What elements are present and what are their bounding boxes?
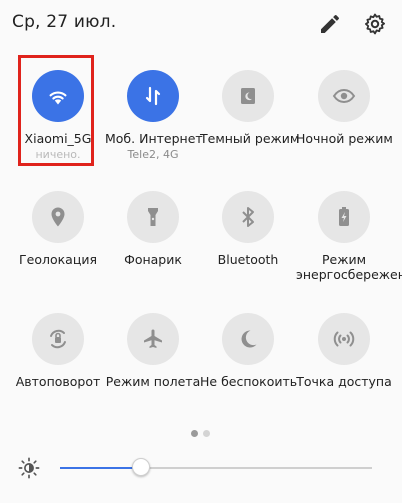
page-dot-active	[191, 430, 198, 437]
tile-label: Bluetooth	[217, 252, 279, 267]
tile-status: ничено.	[35, 148, 81, 161]
tile-night-mode[interactable]: Ночной режим	[296, 70, 393, 146]
tile-wifi[interactable]: Xiaomi_5G ничено.	[10, 70, 106, 161]
battery-saver-icon[interactable]	[318, 191, 370, 243]
airplane-icon[interactable]	[127, 313, 179, 365]
tile-auto-rotate[interactable]: Автоповорот	[10, 313, 106, 389]
tile-label: Не беспокоить	[200, 374, 298, 389]
brightness-slider-thumb[interactable]	[132, 458, 151, 476]
tile-battery-saver[interactable]: Режим энергосбережения	[296, 191, 402, 282]
moon-icon[interactable]	[222, 313, 274, 365]
tile-label: Режим полета	[105, 374, 201, 389]
tile-mobile-data[interactable]: Моб. Интернет Tele2, 4G	[105, 70, 203, 161]
auto-rotate-icon[interactable]	[32, 313, 84, 365]
quick-settings-header: Ср, 27 июл.	[0, 0, 402, 50]
wifi-icon[interactable]	[32, 70, 84, 122]
tile-label: Темный режим	[200, 131, 300, 146]
bluetooth-icon[interactable]	[222, 191, 274, 243]
pencil-icon[interactable]	[318, 12, 342, 36]
location-icon[interactable]	[32, 191, 84, 243]
date-label: Ср, 27 июл.	[12, 12, 117, 32]
dark-mode-icon[interactable]	[222, 70, 274, 122]
tile-label: Режим энергосбережения	[296, 252, 402, 282]
flashlight-icon[interactable]	[127, 191, 179, 243]
tile-label: Ночной режим	[296, 131, 393, 146]
brightness-slider-track[interactable]	[60, 467, 372, 469]
tile-hotspot[interactable]: Точка доступа	[296, 313, 392, 389]
page-indicator	[191, 430, 213, 438]
page-dot	[203, 430, 210, 437]
mobile-data-icon[interactable]	[127, 70, 179, 122]
tile-label: Xiaomi_5G	[24, 131, 92, 146]
tile-airplane-mode[interactable]: Режим полета	[105, 313, 201, 389]
tile-status: Tele2, 4G	[127, 148, 179, 161]
tile-label: Автоповорот	[15, 374, 101, 389]
tile-dark-mode[interactable]: Темный режим	[200, 70, 300, 146]
hotspot-icon[interactable]	[318, 313, 370, 365]
tile-do-not-disturb[interactable]: Не беспокоить	[200, 313, 298, 389]
gear-icon[interactable]	[363, 12, 387, 36]
tile-label: Геолокация	[19, 252, 97, 267]
tile-bluetooth[interactable]: Bluetooth	[200, 191, 296, 267]
brightness-slider-fill	[60, 467, 142, 469]
tile-label: Фонарик	[124, 252, 182, 267]
tile-label: Точка доступа	[296, 374, 392, 389]
tile-location[interactable]: Геолокация	[10, 191, 106, 267]
tile-flashlight[interactable]: Фонарик	[105, 191, 201, 267]
tile-label: Моб. Интернет	[105, 131, 203, 146]
brightness-icon	[18, 457, 40, 479]
eye-icon[interactable]	[318, 70, 370, 122]
